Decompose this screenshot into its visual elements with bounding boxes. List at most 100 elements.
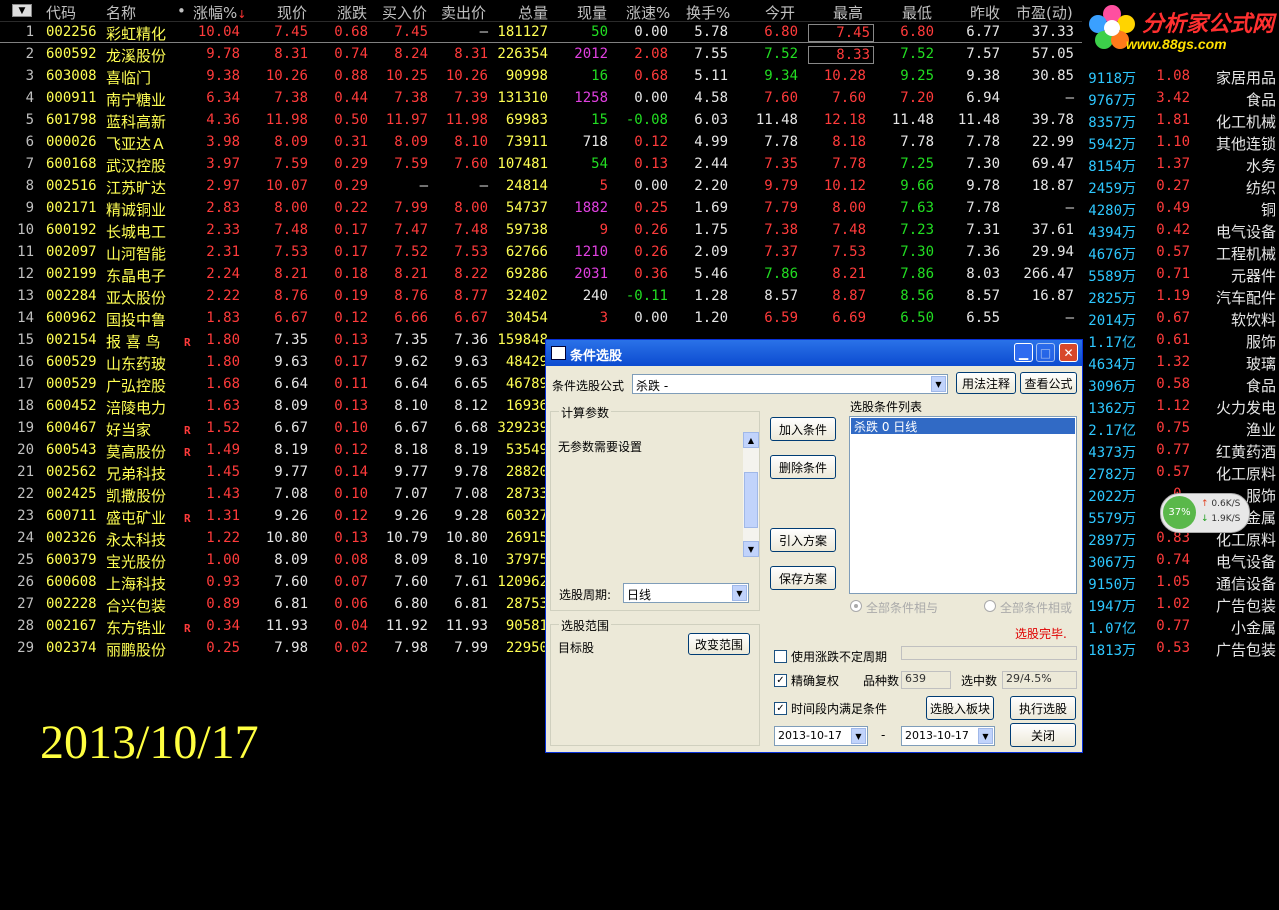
table-row[interactable]: 3 603008 喜临门 9.38 10.26 0.88 10.25 10.26 90998 16… [0, 66, 1279, 88]
run-selection-button[interactable]: 执行选股 [1010, 696, 1076, 720]
list-item[interactable]: 杀跌 0 日线 [851, 418, 1075, 434]
period-select[interactable]: 日线 ▼ [623, 583, 749, 603]
col-pe[interactable]: 市盈(动) [1016, 2, 1073, 23]
formula-select[interactable]: 杀跌 - ▼ [632, 374, 948, 394]
table-row[interactable]: 12 002199 东晶电子 2.24 8.21 0.18 8.21 8.22 69286 203… [0, 264, 1279, 286]
cell-no: 22 [17, 486, 34, 502]
cell-chg-pct: 1.00 [206, 552, 240, 568]
network-speed-widget[interactable]: 37% ↑ 0.6K/S ↓ 1.9K/S [1160, 493, 1250, 533]
cell-turnover: 4.58 [694, 90, 728, 106]
minimize-button[interactable]: ▁ [1014, 343, 1033, 362]
table-row[interactable]: 6 000026 飞亚达Ａ 3.98 8.09 0.31 8.09 8.10 73911 718 0… [0, 132, 1279, 154]
delete-condition-button[interactable]: 删除条件 [770, 455, 836, 479]
cell-industry: 化工原料 [1215, 465, 1276, 483]
col-high[interactable]: 最高 [833, 2, 863, 23]
save-scheme-button[interactable]: 保存方案 [770, 566, 836, 590]
cell-code: 603008 [46, 68, 97, 84]
params-scrollbar[interactable]: ▲ ▼ [743, 432, 759, 557]
col-open[interactable]: 今开 [765, 2, 795, 23]
dialog-titlebar[interactable]: 条件选股 ▁ □ ✕ [546, 340, 1082, 366]
add-condition-button[interactable]: 加入条件 [770, 417, 836, 441]
cell-code: 002167 [46, 618, 97, 634]
col-cur-volume[interactable]: 现量 [577, 2, 607, 23]
cell-industry: 汽车配件 [1215, 289, 1276, 307]
cell-extra: 0.77 [1156, 618, 1190, 634]
cell-name: 丽鹏股份 [106, 641, 167, 659]
import-scheme-button[interactable]: 引入方案 [770, 528, 836, 552]
cell-open: 7.86 [764, 266, 798, 282]
cell-chg: 0.17 [334, 354, 368, 370]
cell-bid: 7.60 [394, 574, 428, 590]
time-range-checkbox[interactable]: ✓ [774, 702, 787, 715]
cell-ask: 6.68 [454, 420, 488, 436]
table-row[interactable]: 11 002097 山河智能 2.31 7.53 0.17 7.52 7.53 62766 121… [0, 242, 1279, 264]
table-row[interactable]: 4 000911 南宁糖业 6.34 7.38 0.44 7.38 7.39 131310 125… [0, 88, 1279, 110]
table-row[interactable]: 8 002516 江苏旷达 2.97 10.07 0.29 — — 24814 5 0.00 2.20… [0, 176, 1279, 198]
scroll-thumb[interactable] [744, 472, 758, 528]
table-row[interactable]: 5 601798 蓝科高新 4.36 11.98 0.50 11.97 11.98 69983 1… [0, 110, 1279, 132]
col-code[interactable]: 代码 [46, 2, 76, 23]
col-chg[interactable]: 涨跌 [337, 2, 367, 23]
radio-all-or[interactable] [984, 600, 996, 612]
col-price[interactable]: 现价 [277, 2, 307, 23]
radio-all-and[interactable] [850, 600, 862, 612]
chevron-down-icon[interactable]: ▼ [978, 728, 993, 744]
cell-industry: 其他连锁 [1215, 135, 1276, 153]
date-from-select[interactable]: 2013-10-17 ▼ [774, 726, 868, 746]
condition-select-dialog: 条件选股 ▁ □ ✕ 条件选股公式 杀跌 - ▼ 用法注释 查看公式 计算参数 … [545, 339, 1083, 753]
cell-vol: 22950 [505, 640, 548, 656]
cell-ask: 11.98 [445, 112, 488, 128]
condition-list[interactable]: 杀跌 0 日线 [849, 416, 1077, 594]
table-row[interactable]: 7 600168 武汉控股 3.97 7.59 0.29 7.59 7.60 107481 54 0… [0, 154, 1279, 176]
cell-ask: 7.61 [454, 574, 488, 590]
cell-ask: 9.78 [454, 464, 488, 480]
cell-name: 兄弟科技 [106, 465, 167, 483]
cell-prev: 7.57 [966, 46, 1000, 62]
menu-dropdown-button[interactable]: ▼ [12, 4, 32, 17]
close-button[interactable]: 关闭 [1010, 723, 1076, 747]
date-to-select[interactable]: 2013-10-17 ▼ [901, 726, 995, 746]
to-block-button[interactable]: 选股入板块 [926, 696, 994, 720]
cell-no: 15 [17, 332, 34, 348]
col-chg-pct[interactable]: 涨幅%↓ [193, 2, 246, 23]
formula-label: 条件选股公式 [552, 379, 625, 393]
chevron-down-icon[interactable]: ▼ [732, 585, 747, 601]
col-low[interactable]: 最低 [902, 2, 932, 23]
cell-bid: 7.47 [394, 222, 428, 238]
cell-name: 蓝科高新 [106, 113, 167, 131]
col-volume[interactable]: 总量 [518, 2, 548, 23]
dialog-title: 条件选股 [570, 349, 623, 364]
table-row[interactable]: 14 600962 国投中鲁 1.83 6.67 0.12 6.66 6.67 30454 3 0.… [0, 308, 1279, 330]
change-range-button[interactable]: 改变范围 [688, 633, 750, 655]
download-speed: ↓ 1.9K/S [1201, 514, 1240, 524]
chevron-down-icon[interactable]: ▼ [931, 376, 946, 392]
cell-chg: 0.04 [334, 618, 368, 634]
chevron-down-icon[interactable]: ▼ [851, 728, 866, 744]
precise-adjust-label: 精确复权 [791, 674, 840, 688]
cell-ask: 8.22 [454, 266, 488, 282]
cell-code: 600192 [46, 222, 97, 238]
unstable-period-checkbox[interactable] [774, 650, 787, 663]
col-name[interactable]: 名称 [106, 2, 136, 23]
cell-ask: 7.53 [454, 244, 488, 260]
cell-no: 5 [25, 112, 34, 128]
cell-chg-pct: 1.63 [206, 398, 240, 414]
col-prev-close[interactable]: 昨收 [970, 2, 1000, 23]
table-row[interactable]: 9 002171 精诚铜业 2.83 8.00 0.22 7.99 8.00 54737 1882… [0, 198, 1279, 220]
col-ask[interactable]: 卖出价 [441, 2, 486, 23]
usage-notes-button[interactable]: 用法注释 [956, 372, 1016, 394]
cell-prev: 7.36 [966, 244, 1000, 260]
col-bid[interactable]: 买入价 [382, 2, 427, 23]
cell-price: 10.07 [265, 178, 308, 194]
scroll-down-icon[interactable]: ▼ [743, 541, 759, 557]
scroll-up-icon[interactable]: ▲ [743, 432, 759, 448]
precise-adjust-checkbox[interactable]: ✓ [774, 674, 787, 687]
table-row[interactable]: 13 002284 亚太股份 2.22 8.76 0.19 8.76 8.77 32402 240… [0, 286, 1279, 308]
close-icon[interactable]: ✕ [1059, 343, 1078, 362]
maximize-button[interactable]: □ [1036, 343, 1055, 362]
col-turnover[interactable]: 换手% [686, 2, 730, 23]
cell-bid: 7.35 [394, 332, 428, 348]
table-row[interactable]: 10 600192 长城电工 2.33 7.48 0.17 7.47 7.48 59738 9 0.… [0, 220, 1279, 242]
view-formula-button[interactable]: 查看公式 [1020, 372, 1077, 394]
col-speed[interactable]: 涨速% [626, 2, 670, 23]
